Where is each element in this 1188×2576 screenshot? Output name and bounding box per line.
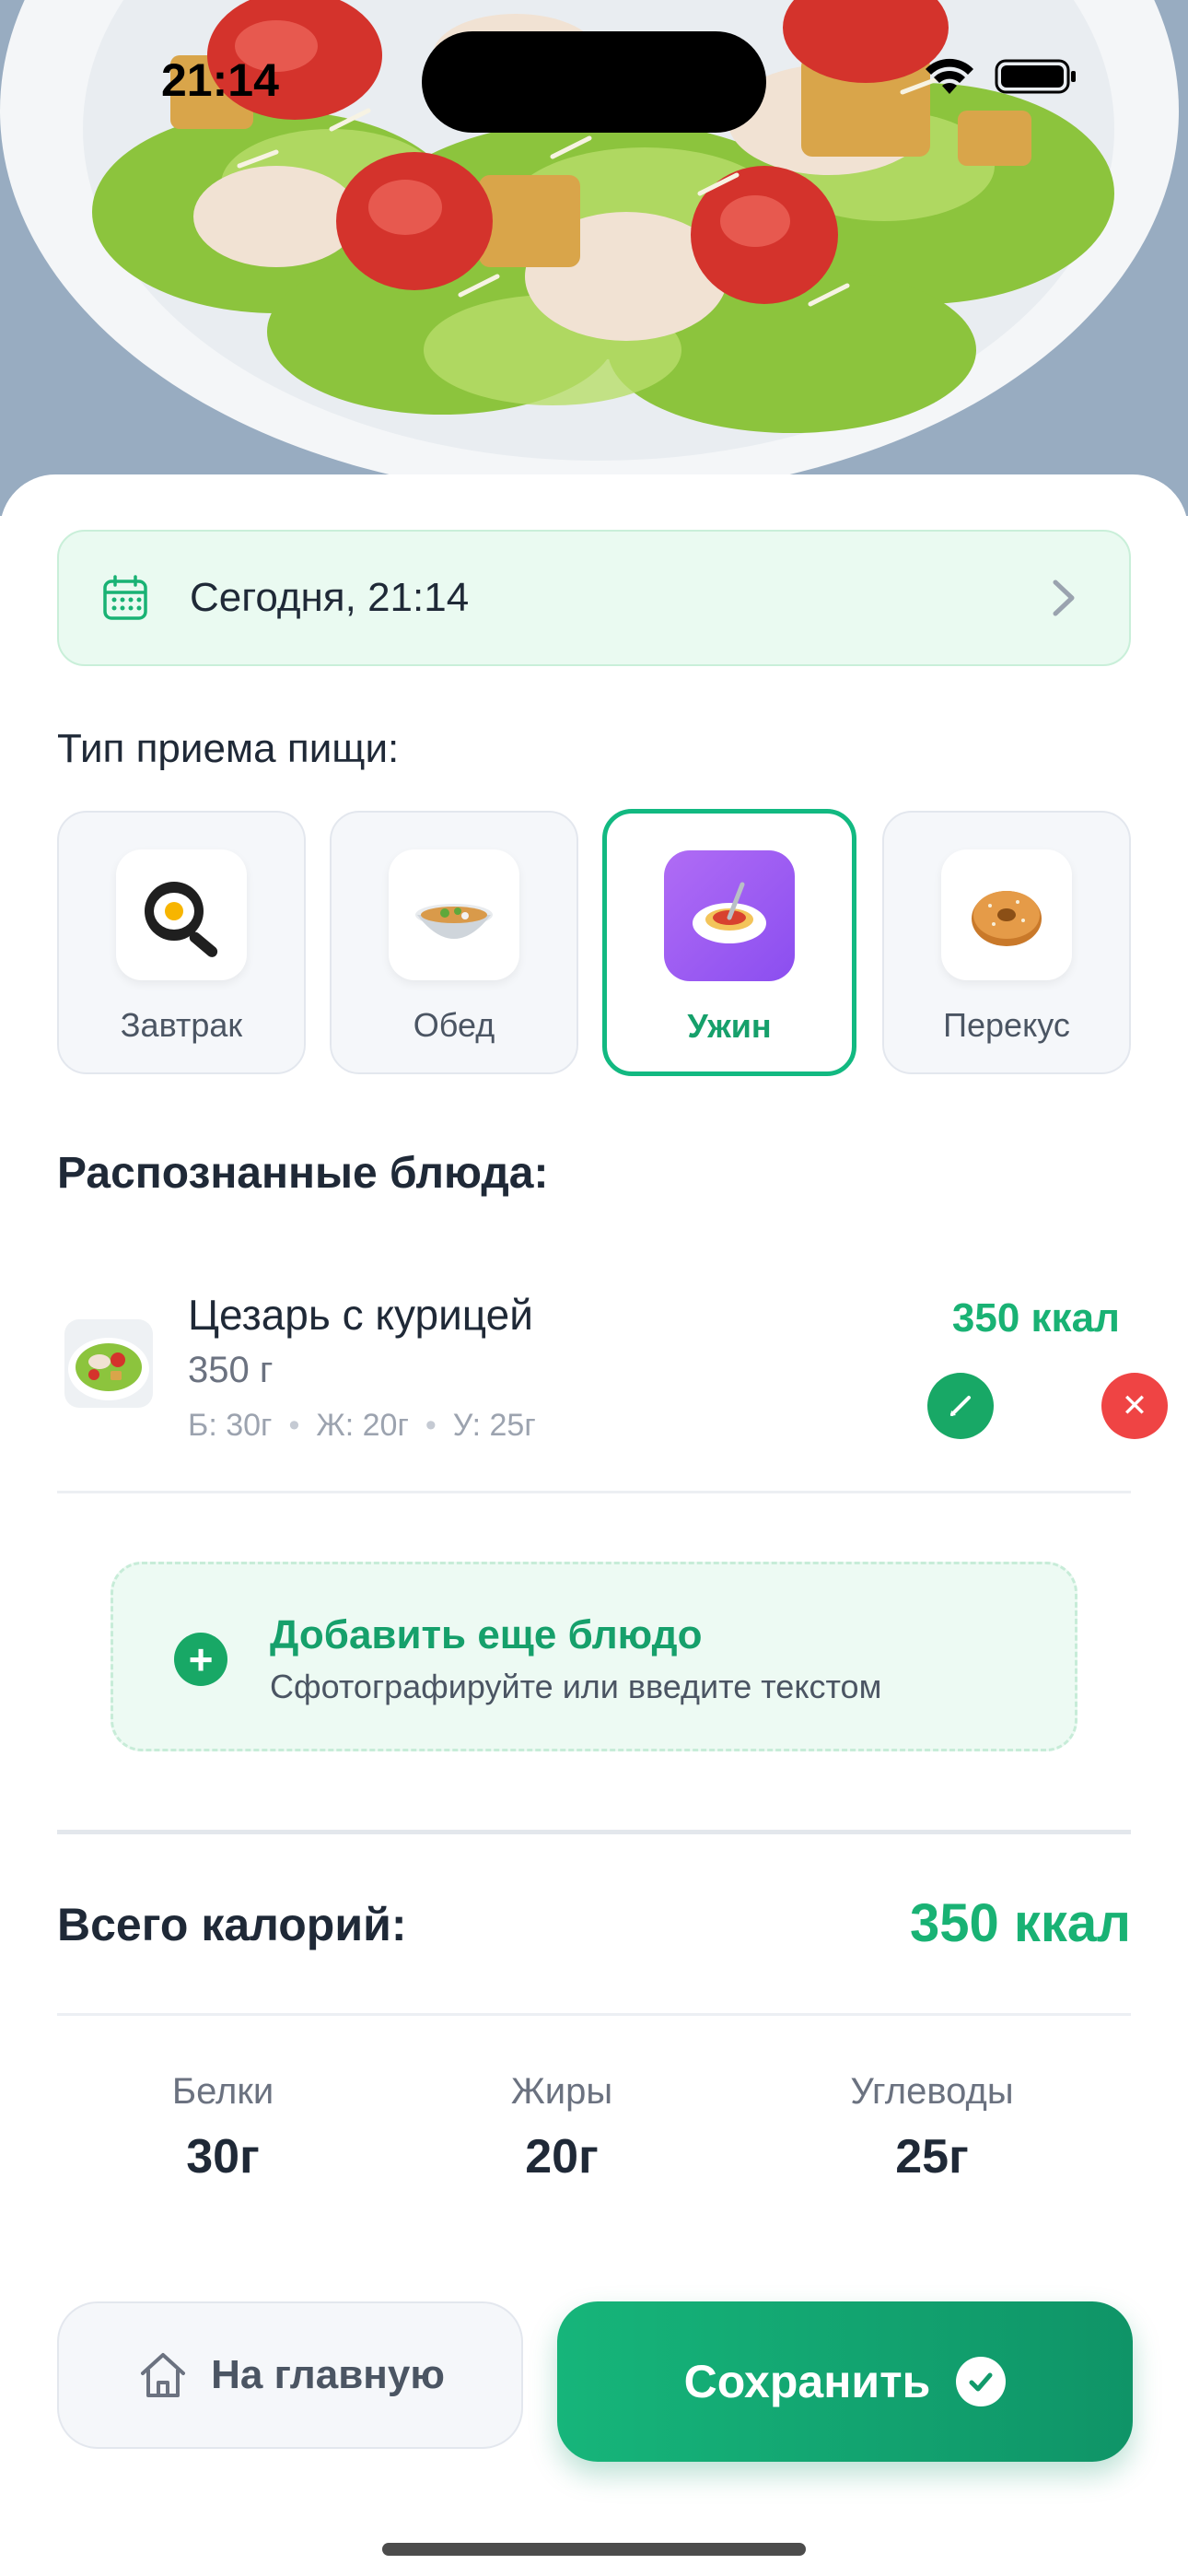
home-icon xyxy=(141,2353,186,2397)
dish-name: Цезарь с курицей xyxy=(188,1291,533,1339)
calendar-icon xyxy=(103,575,147,620)
dish-calories: 350 ккал xyxy=(951,1295,1120,1341)
add-dish-button[interactable]: + Добавить еще блюдо Сфотографируйте или… xyxy=(111,1562,1077,1751)
macro-value: 20г xyxy=(525,2130,599,2184)
close-icon: ✕ xyxy=(1121,1388,1148,1423)
dish-protein: Б: 30г xyxy=(188,1408,273,1443)
meal-option-breakfast[interactable]: Завтрак xyxy=(57,811,306,1074)
meal-sheet xyxy=(0,474,1188,2576)
macro-label: Углеводы xyxy=(850,2071,1014,2112)
meal-option-label: Обед xyxy=(413,1006,495,1044)
frying-pan-egg-icon xyxy=(116,849,247,980)
macro-label: Жиры xyxy=(510,2071,613,2112)
remove-dish-button[interactable]: ✕ xyxy=(1101,1373,1168,1439)
home-button-label: На главную xyxy=(211,2352,445,2397)
dish-item[interactable]: Цезарь с курицей 350 г Б: 30г • Ж: 20г • У: … xyxy=(57,1262,1168,1493)
meal-type-selector: Завтрак Обед Ужин Перекус xyxy=(57,809,1131,1076)
meal-option-label: Завтрак xyxy=(120,1006,243,1044)
add-dish-title: Добавить еще блюдо xyxy=(270,1612,703,1657)
meal-option-label: Перекус xyxy=(943,1006,1070,1044)
meal-option-dinner[interactable]: Ужин xyxy=(602,809,856,1076)
spaghetti-icon xyxy=(664,850,795,981)
plus-icon: + xyxy=(174,1633,227,1686)
divider xyxy=(57,1830,1131,1834)
wifi-icon xyxy=(926,58,973,94)
recognized-dishes-title: Распознанные блюда: xyxy=(57,1149,549,1198)
bagel-icon xyxy=(941,849,1072,980)
meal-option-snack[interactable]: Перекус xyxy=(882,811,1131,1074)
divider xyxy=(57,1491,1131,1493)
meal-option-lunch[interactable]: Обед xyxy=(330,811,578,1074)
divider xyxy=(57,2013,1131,2016)
status-time: 21:14 xyxy=(161,54,279,106)
home-button[interactable]: На главную xyxy=(57,2301,523,2449)
date-text: Сегодня, 21:14 xyxy=(190,575,470,620)
macro-value: 25г xyxy=(895,2130,969,2184)
home-indicator xyxy=(382,2543,806,2556)
dish-carbs: У: 25г xyxy=(452,1408,536,1443)
macro-carbs: Углеводы 25г xyxy=(766,2071,1098,2184)
separator-dot: • xyxy=(425,1408,437,1443)
status-icons xyxy=(923,57,1077,96)
save-button[interactable]: Сохранить xyxy=(557,2301,1133,2462)
soup-bowl-icon xyxy=(389,849,519,980)
macro-value: 30г xyxy=(186,2130,260,2184)
dish-weight: 350 г xyxy=(188,1350,274,1390)
meal-option-label: Ужин xyxy=(687,1007,772,1045)
dish-thumbnail xyxy=(64,1319,153,1408)
date-selector[interactable]: Сегодня, 21:14 xyxy=(57,530,1131,666)
meal-type-title: Тип приема пищи: xyxy=(57,726,400,771)
dynamic-island xyxy=(422,31,766,133)
macro-protein: Белки 30г xyxy=(57,2071,389,2184)
dish-fat: Ж: 20г xyxy=(316,1408,409,1443)
save-button-label: Сохранить xyxy=(683,2356,931,2407)
pencil-icon xyxy=(950,1396,971,1416)
total-calories-value: 350 ккал xyxy=(909,1893,1131,1953)
check-circle-icon xyxy=(956,2357,1007,2406)
add-dish-subtitle: Сфотографируйте или введите текстом xyxy=(270,1668,882,1705)
chevron-right-icon xyxy=(1053,580,1075,616)
macro-fat: Жиры 20г xyxy=(396,2071,728,2184)
macro-label: Белки xyxy=(171,2071,274,2112)
dish-macros: Б: 30г • Ж: 20г • У: 25г xyxy=(188,1408,536,1444)
separator-dot: • xyxy=(288,1408,300,1443)
battery-icon xyxy=(995,59,1076,94)
total-calories-label: Всего калорий: xyxy=(57,1899,407,1950)
edit-dish-button[interactable] xyxy=(927,1373,994,1439)
